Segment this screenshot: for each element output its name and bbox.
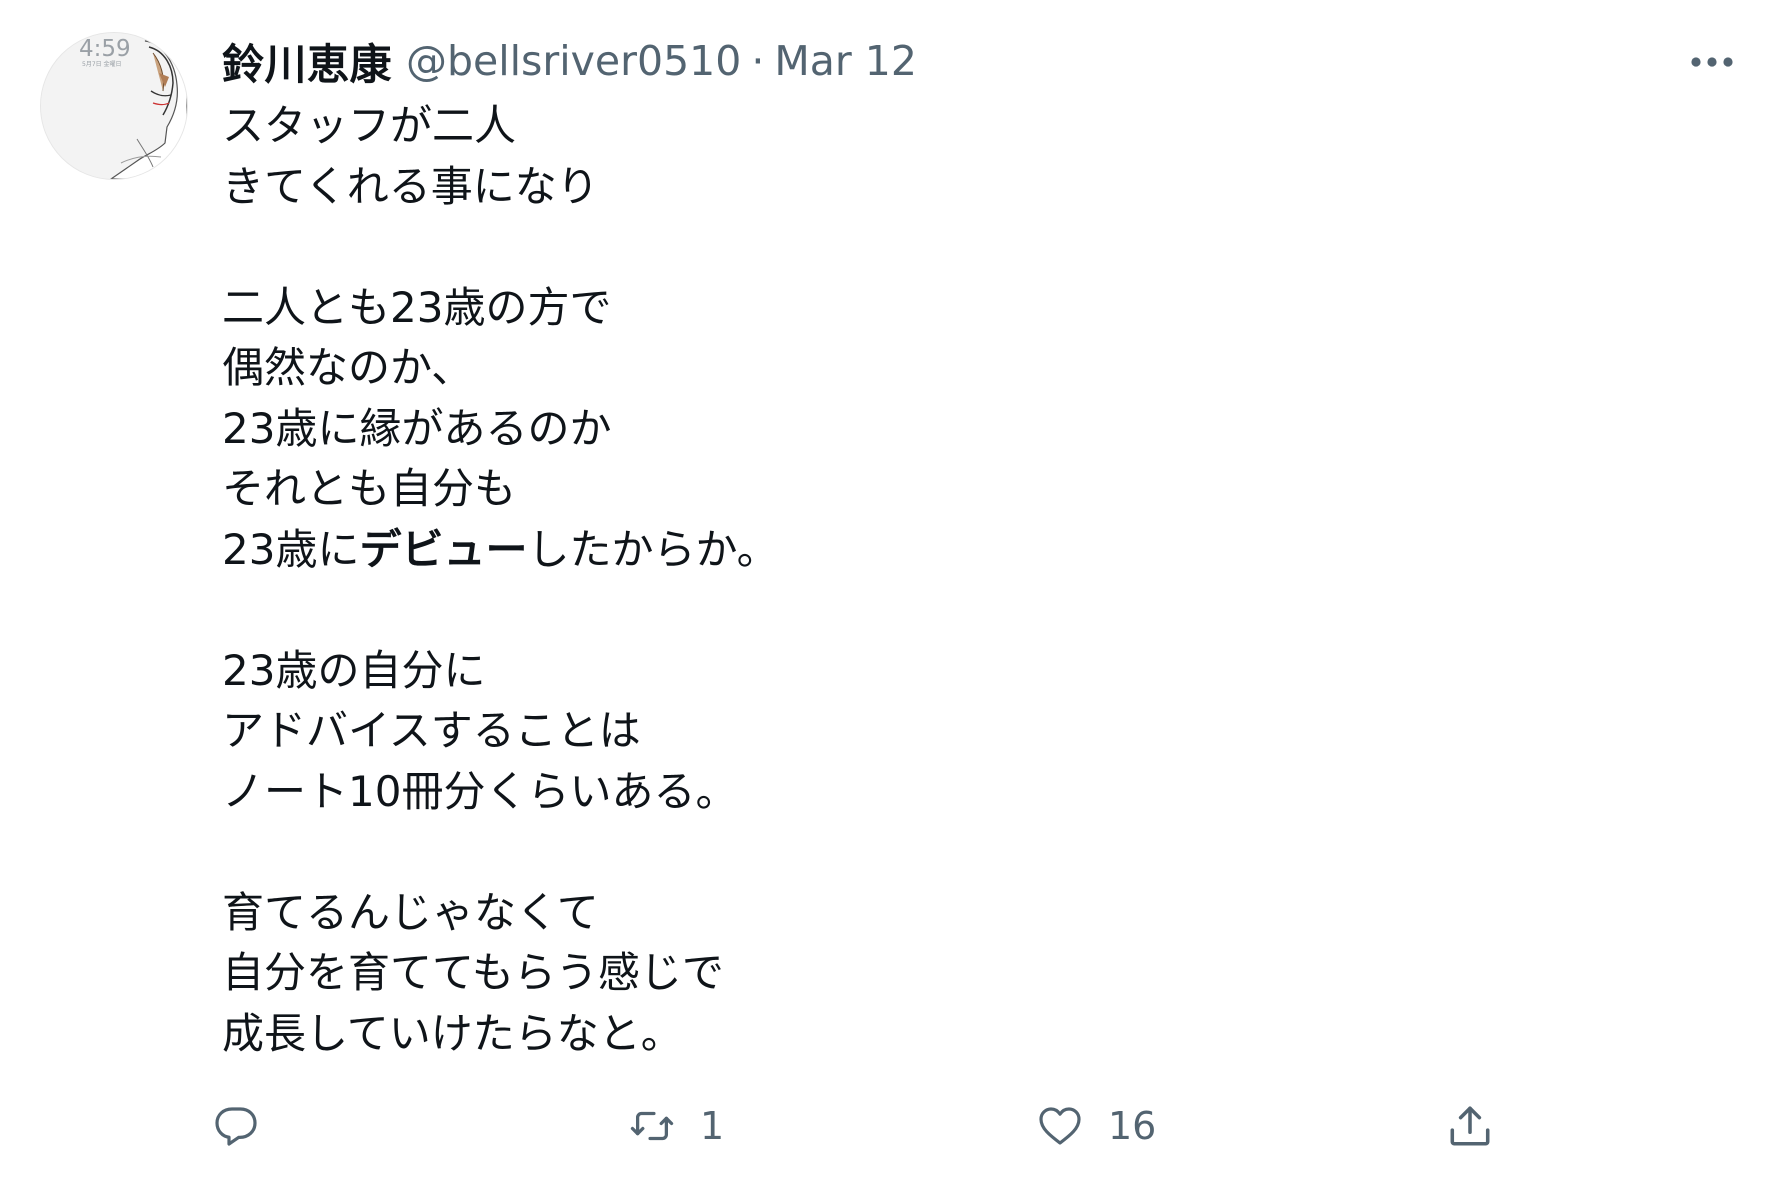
user-handle[interactable]: @bellsriver0510 xyxy=(406,37,741,85)
tweet-line: それとも自分も xyxy=(222,464,517,513)
tweet: 4:59 5月7日 金曜日 鈴川恵康 @bellsriver0510 · Mar… xyxy=(0,0,1772,1188)
tweet-line: ノート10冊分くらいある。 xyxy=(222,766,738,816)
tweet-text-segment: 23歳に xyxy=(222,524,360,574)
avatar-clock-text: 4:59 xyxy=(79,36,131,62)
separator-dot: · xyxy=(751,37,765,85)
reply-button[interactable] xyxy=(206,1096,284,1156)
tweet-date[interactable]: Mar 12 xyxy=(774,37,917,85)
share-button[interactable] xyxy=(1440,1096,1518,1156)
tweet-line: スタッフが二人 xyxy=(222,101,517,150)
tweet-line: アドバイスすることは xyxy=(222,706,641,755)
tweet-line: 二人とも23歳の方で xyxy=(222,282,612,332)
tweet-line: 育てるんじゃなくて xyxy=(222,887,599,937)
display-name[interactable]: 鈴川恵康 xyxy=(222,31,392,92)
tweet-text-segment: したからか。 xyxy=(527,524,779,574)
avatar-image: 4:59 5月7日 金曜日 xyxy=(41,33,187,179)
avatar-date-text: 5月7日 金曜日 xyxy=(82,60,122,68)
tweet-line: 偶然なのか、 xyxy=(222,343,474,392)
tweet-actions: 1 16 xyxy=(215,1096,1542,1156)
heart-icon xyxy=(1030,1096,1090,1156)
avatar[interactable]: 4:59 5月7日 金曜日 xyxy=(40,32,188,180)
reply-icon xyxy=(206,1096,266,1156)
tweet-bold-segment: デビュー xyxy=(359,524,528,574)
tweet-line: 23歳に縁があるのか xyxy=(222,403,612,453)
like-button[interactable]: 16 xyxy=(1030,1096,1156,1156)
tweet-line: 23歳の自分に xyxy=(222,645,486,695)
tweet-line: 成長していけたらなと。 xyxy=(222,1008,683,1058)
retweet-count: 1 xyxy=(700,1104,725,1148)
more-options-icon xyxy=(1691,57,1733,67)
tweet-line: きてくれる事になり xyxy=(222,161,599,211)
share-icon xyxy=(1440,1096,1500,1156)
retweet-icon xyxy=(622,1096,682,1156)
tweet-line: 自分を育ててもらう感じで xyxy=(222,948,724,997)
tweet-text: スタッフが二人 きてくれる事になり 二人とも23歳の方で 偶然なのか、 23歳に… xyxy=(222,96,1602,1064)
more-options-button[interactable] xyxy=(1684,46,1740,78)
tweet-header: 鈴川恵康 @bellsriver0510 · Mar 12 xyxy=(222,30,917,92)
tweet-line: 23歳にデビューしたからか。 xyxy=(222,520,1602,581)
like-count: 16 xyxy=(1108,1104,1157,1148)
retweet-button[interactable]: 1 xyxy=(622,1096,724,1156)
